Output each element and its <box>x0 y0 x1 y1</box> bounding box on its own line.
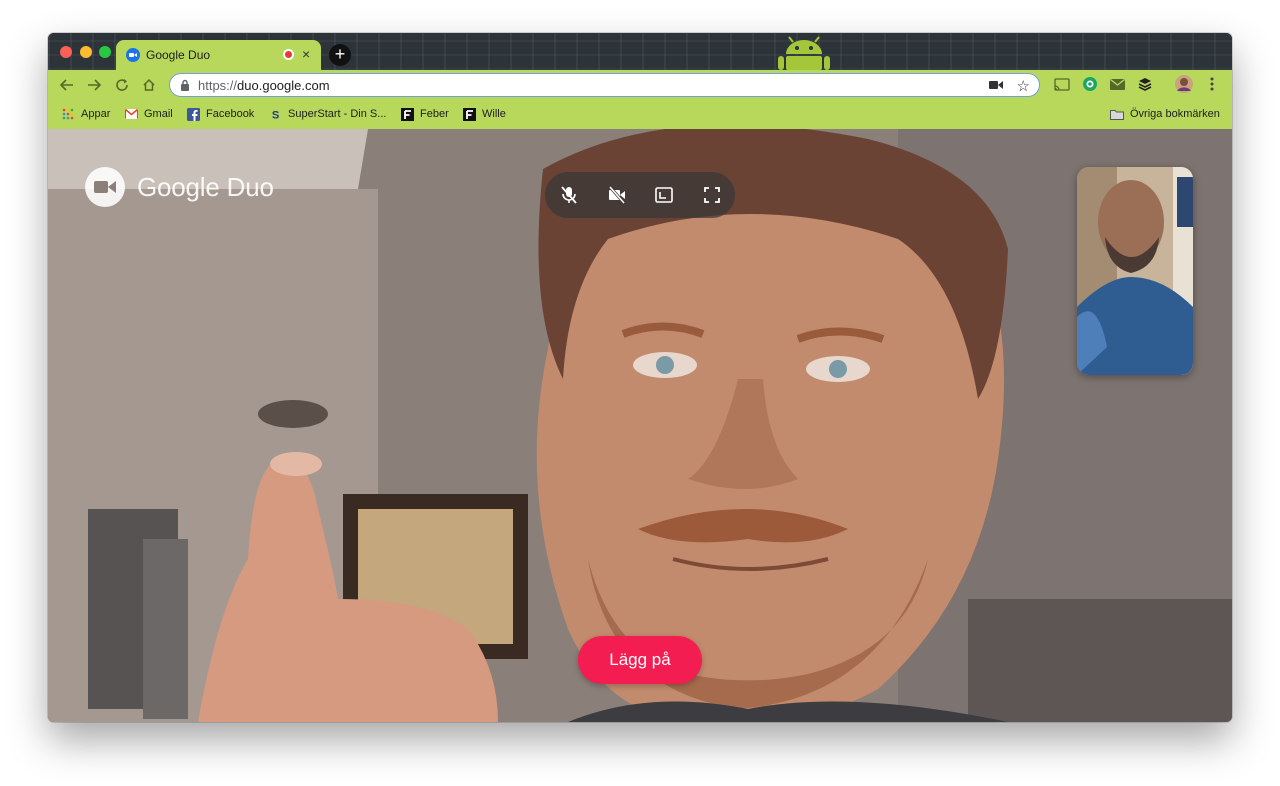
bookmark-gmail[interactable]: Gmail <box>124 106 173 122</box>
call-controls-bar <box>545 172 735 218</box>
bookmark-label: Facebook <box>206 108 255 120</box>
browser-window: Google Duo × + https://duo.google.com ☆ … <box>48 33 1232 722</box>
cast-icon[interactable] <box>1053 75 1071 93</box>
mail-extension-icon[interactable] <box>1108 75 1126 93</box>
address-bar[interactable]: https://duo.google.com ☆ <box>169 73 1040 97</box>
lock-icon[interactable] <box>180 79 190 91</box>
camera-off-icon[interactable] <box>605 183 629 207</box>
bookmark-feber[interactable]: Feber <box>400 106 449 122</box>
tab-strip: Google Duo × + <box>48 33 1232 70</box>
fullscreen-icon[interactable] <box>700 183 724 207</box>
folder-icon <box>1110 107 1124 121</box>
tab-close-icon[interactable]: × <box>302 46 310 62</box>
other-bookmarks-label: Övriga bokmärken <box>1130 108 1220 120</box>
bookmark-superstart[interactable]: S SuperStart - Din S... <box>268 106 386 122</box>
tab-google-duo[interactable]: Google Duo × <box>116 40 321 70</box>
duo-logo-text: Google Duo <box>137 171 274 202</box>
url-text[interactable]: https://duo.google.com <box>198 78 330 93</box>
duo-camera-icon <box>85 167 125 207</box>
buffer-extension-icon[interactable] <box>1136 75 1154 93</box>
zoom-window-button[interactable] <box>99 46 111 58</box>
reload-icon[interactable] <box>112 75 132 95</box>
facebook-icon <box>186 107 200 121</box>
forward-icon[interactable] <box>84 75 104 95</box>
bookmark-facebook[interactable]: Facebook <box>186 106 254 122</box>
feber-icon <box>400 107 414 121</box>
duo-favicon-icon <box>126 48 140 62</box>
svg-text:S: S <box>271 109 278 121</box>
other-bookmarks-folder[interactable]: Övriga bokmärken <box>1110 106 1220 122</box>
picture-in-picture-icon[interactable] <box>652 183 676 207</box>
close-window-button[interactable] <box>60 46 72 58</box>
extension-green-icon[interactable] <box>1081 75 1099 93</box>
home-icon[interactable] <box>139 75 159 95</box>
mute-mic-icon[interactable] <box>557 183 581 207</box>
bookmark-label: Wille <box>482 108 506 120</box>
apps-grid-icon <box>61 107 75 121</box>
browser-toolbar: https://duo.google.com ☆ <box>48 70 1232 100</box>
self-view-video[interactable] <box>1077 167 1193 375</box>
bookmarks-bar: Appar Gmail Facebook S SuperStart - Din … <box>48 100 1232 130</box>
android-mascot-icon <box>778 36 830 70</box>
duo-call-area: Google Duo Lägg på <box>48 129 1232 722</box>
hangup-button[interactable]: Lägg på <box>578 636 702 684</box>
url-scheme: https:// <box>198 78 238 93</box>
bookmark-label: Gmail <box>144 108 173 120</box>
back-icon[interactable] <box>57 75 77 95</box>
bookmark-label: SuperStart - Din S... <box>288 108 387 120</box>
browser-menu-icon[interactable] <box>1203 75 1221 93</box>
bookmark-label: Appar <box>81 108 111 120</box>
duo-logo: Google Duo <box>85 167 274 207</box>
new-tab-button[interactable]: + <box>329 44 351 66</box>
camera-in-use-icon[interactable] <box>989 80 1003 90</box>
self-view-feed <box>1077 167 1193 375</box>
wille-icon <box>462 107 476 121</box>
tab-title: Google Duo <box>146 48 211 62</box>
gmail-icon <box>124 107 138 121</box>
profile-avatar[interactable] <box>1175 75 1193 93</box>
bookmark-star-icon[interactable]: ☆ <box>1017 77 1030 95</box>
superstart-icon: S <box>268 107 282 121</box>
bookmark-label: Feber <box>420 108 449 120</box>
recording-indicator-icon <box>283 49 294 60</box>
url-host: duo.google.com <box>237 78 330 93</box>
bookmark-wille[interactable]: Wille <box>462 106 506 122</box>
bookmark-appar[interactable]: Appar <box>61 106 110 122</box>
minimize-window-button[interactable] <box>80 46 92 58</box>
